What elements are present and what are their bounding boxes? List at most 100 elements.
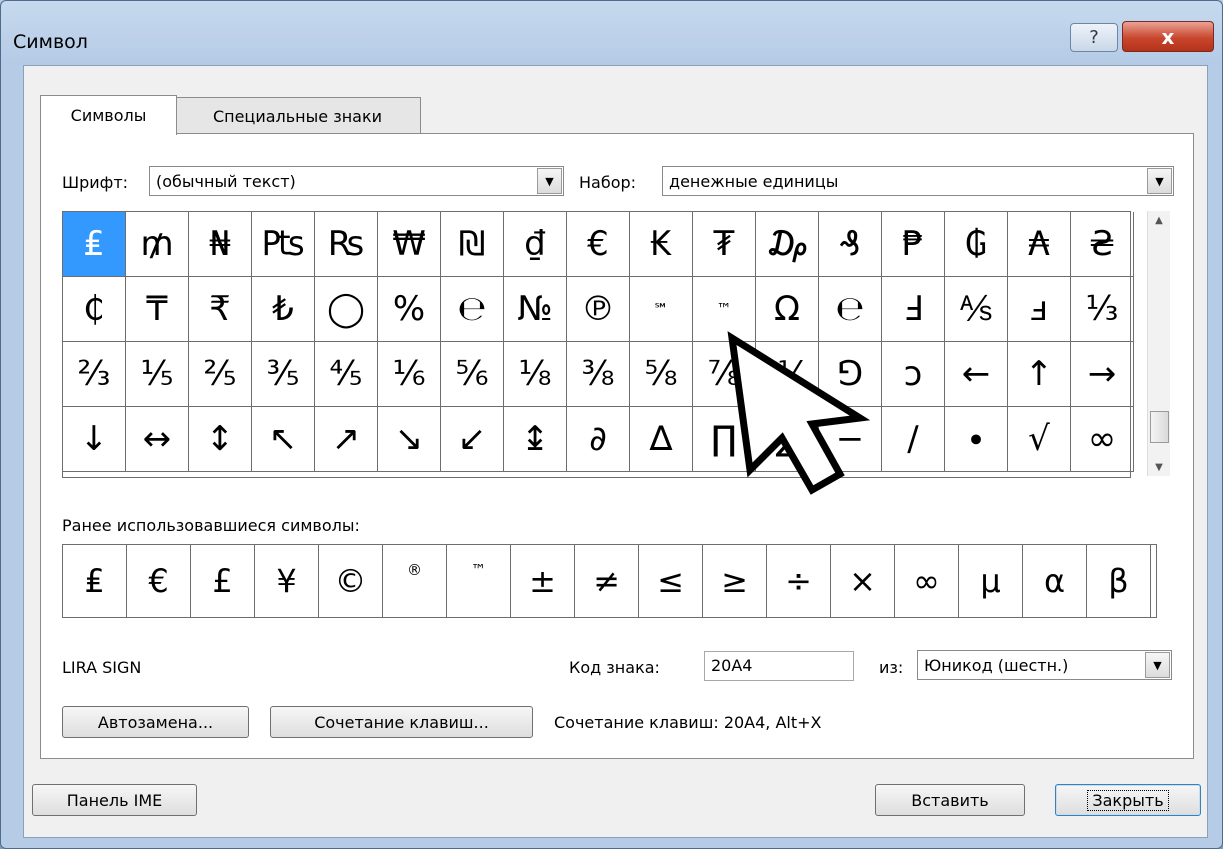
symbol-cell[interactable]: ↄ — [882, 342, 945, 407]
symbol-cell[interactable]: → — [1071, 342, 1134, 407]
symbol-cell[interactable]: ⅙ — [378, 342, 441, 407]
recent-symbol-cell[interactable]: € — [127, 545, 191, 617]
recent-symbol-cell[interactable]: ™ — [447, 545, 511, 617]
symbol-cell[interactable]: ⅚ — [441, 342, 504, 407]
chevron-down-icon[interactable]: ▼ — [537, 168, 562, 194]
recent-symbol-cell[interactable]: ₤ — [63, 545, 127, 617]
recent-symbol-cell[interactable]: ± — [511, 545, 575, 617]
symbol-cell[interactable]: ↘ — [378, 407, 441, 472]
symbol-cell[interactable]: ₥ — [126, 212, 189, 277]
symbol-cell[interactable]: ↙ — [441, 407, 504, 472]
recent-symbol-cell[interactable]: £ — [191, 545, 255, 617]
symbol-cell[interactable]: ∕ — [882, 407, 945, 472]
chevron-down-icon[interactable]: ▼ — [1145, 652, 1170, 678]
tab-special-characters[interactable]: Специальные знаки — [174, 97, 421, 134]
symbol-cell[interactable]: ⅛ — [504, 342, 567, 407]
recent-symbol-cell[interactable]: ® — [383, 545, 447, 617]
symbol-cell[interactable]: ∆ — [630, 407, 693, 472]
font-select[interactable]: (обычный текст) ▼ — [149, 166, 564, 196]
chevron-down-icon[interactable]: ▼ — [1147, 168, 1172, 194]
symbol-cell[interactable]: ◯ — [315, 277, 378, 342]
symbol-cell[interactable]: ⅜ — [567, 342, 630, 407]
subset-select[interactable]: денежные единицы ▼ — [662, 166, 1174, 196]
symbol-cell[interactable]: % — [378, 277, 441, 342]
recent-symbol-cell[interactable]: α — [1023, 545, 1087, 617]
close-window-button[interactable]: x — [1122, 21, 1214, 52]
symbol-cell[interactable]: ↔ — [126, 407, 189, 472]
recent-symbol-cell[interactable]: ÷ — [767, 545, 831, 617]
symbol-cell[interactable]: ⅕ — [126, 342, 189, 407]
symbol-cell[interactable]: ℮ — [441, 277, 504, 342]
symbol-cell[interactable]: ₴ — [1071, 212, 1134, 277]
recent-symbol-cell[interactable]: ≤ — [639, 545, 703, 617]
char-code-input[interactable]: 20A4 — [704, 651, 854, 681]
symbol-cell[interactable]: ₺ — [252, 277, 315, 342]
scroll-up-icon[interactable]: ▲ — [1148, 211, 1170, 229]
symbol-cell[interactable]: ↖ — [252, 407, 315, 472]
symbol-cell[interactable]: Ⅎ — [882, 277, 945, 342]
recent-symbol-cell[interactable]: ≥ — [703, 545, 767, 617]
from-select[interactable]: Юникод (шестн.) ▼ — [917, 650, 1172, 680]
symbol-cell[interactable]: ← — [945, 342, 1008, 407]
symbol-grid[interactable]: ₤ ₥ ₦ ₧ ₨ ₩ ₪ ₫ € ₭ ₮ ₯ ₰ ₱ ₲ ₳ ₴ ₵ ₸ ₹ ₺ ◯% ℮ № ℗ ℠ ™ Ω ℮ Ⅎ ⅍ ⅎ ⅓ ⅔ ⅕ ⅖ ⅗ ⅘ ⅙… — [62, 211, 1134, 478]
recent-symbol-cell[interactable]: © — [319, 545, 383, 617]
scroll-down-icon[interactable]: ▼ — [1148, 458, 1170, 476]
recent-symbol-cell[interactable]: × — [831, 545, 895, 617]
symbol-cell[interactable]: € — [567, 212, 630, 277]
symbol-cell[interactable]: ⅎ — [1008, 277, 1071, 342]
symbol-cell[interactable]: ₨ — [315, 212, 378, 277]
symbol-cell[interactable]: ↨ — [504, 407, 567, 472]
symbol-cell[interactable]: ₪ — [441, 212, 504, 277]
symbol-cell[interactable]: ₮ — [693, 212, 756, 277]
symbol-cell[interactable]: ⅍ — [945, 277, 1008, 342]
recent-symbol-cell[interactable]: μ — [959, 545, 1023, 617]
symbol-cell[interactable]: ₯ — [756, 212, 819, 277]
dialog-body: Символы Специальные знаки Шрифт: (обычны… — [23, 65, 1208, 838]
symbol-cell[interactable]: ∙ — [945, 407, 1008, 472]
symbol-cell[interactable]: ⅝ — [630, 342, 693, 407]
symbol-cell[interactable]: ℗ — [567, 277, 630, 342]
symbol-cell[interactable]: ₦ — [189, 212, 252, 277]
symbol-cell[interactable]: ↑ — [1008, 342, 1071, 407]
symbol-cell[interactable]: ₹ — [189, 277, 252, 342]
symbol-cell[interactable]: ↕ — [189, 407, 252, 472]
autocorrect-button[interactable]: Автозамена... — [62, 706, 249, 738]
symbol-cell[interactable]: ⅓ — [1071, 277, 1134, 342]
symbol-cell[interactable]: ⅗ — [252, 342, 315, 407]
symbol-cell[interactable]: ₧ — [252, 212, 315, 277]
symbol-cell[interactable]: ₸ — [126, 277, 189, 342]
symbol-cell[interactable]: ₤ — [63, 212, 126, 277]
help-button[interactable]: ? — [1070, 23, 1118, 52]
symbol-cell[interactable]: ₩ — [378, 212, 441, 277]
tab-symbols[interactable]: Символы — [40, 95, 177, 135]
insert-button[interactable]: Вставить — [875, 784, 1025, 816]
symbol-cell[interactable]: ⅔ — [63, 342, 126, 407]
shortcut-key-button[interactable]: Сочетание клавиш... — [270, 706, 533, 738]
symbol-cell[interactable]: ₰ — [819, 212, 882, 277]
symbol-cell[interactable]: ↗ — [315, 407, 378, 472]
symbol-cell[interactable]: ∂ — [567, 407, 630, 472]
subset-value: денежные единицы — [669, 172, 839, 191]
scroll-thumb[interactable] — [1150, 411, 1169, 443]
recent-symbol-cell[interactable]: ≠ — [575, 545, 639, 617]
symbol-cell[interactable]: ₱ — [882, 212, 945, 277]
symbol-grid-scrollbar[interactable]: ▲ ▼ — [1147, 211, 1170, 476]
ime-pad-button[interactable]: Панель IME — [32, 784, 197, 816]
symbol-cell[interactable]: ⅘ — [315, 342, 378, 407]
symbol-cell[interactable]: ₳ — [1008, 212, 1071, 277]
symbol-cell[interactable]: ₭ — [630, 212, 693, 277]
recent-symbol-cell[interactable]: ¥ — [255, 545, 319, 617]
symbol-cell[interactable]: ₵ — [63, 277, 126, 342]
symbol-cell[interactable]: √ — [1008, 407, 1071, 472]
recent-symbol-cell[interactable]: ∞ — [895, 545, 959, 617]
symbol-cell[interactable]: ℠ — [630, 277, 693, 342]
symbol-cell[interactable]: ↓ — [63, 407, 126, 472]
recent-symbol-cell[interactable]: β — [1087, 545, 1151, 617]
recent-symbols-row[interactable]: ₤ € £ ¥ © ® ™ ± ≠ ≤ ≥ ÷ × ∞ μ α β — [62, 544, 1157, 618]
symbol-cell[interactable]: ₲ — [945, 212, 1008, 277]
symbol-cell[interactable]: ⅖ — [189, 342, 252, 407]
symbol-cell[interactable]: № — [504, 277, 567, 342]
symbol-cell[interactable]: ∞ — [1071, 407, 1134, 472]
symbol-cell[interactable]: ₫ — [504, 212, 567, 277]
close-button[interactable]: Закрыть — [1055, 784, 1201, 816]
